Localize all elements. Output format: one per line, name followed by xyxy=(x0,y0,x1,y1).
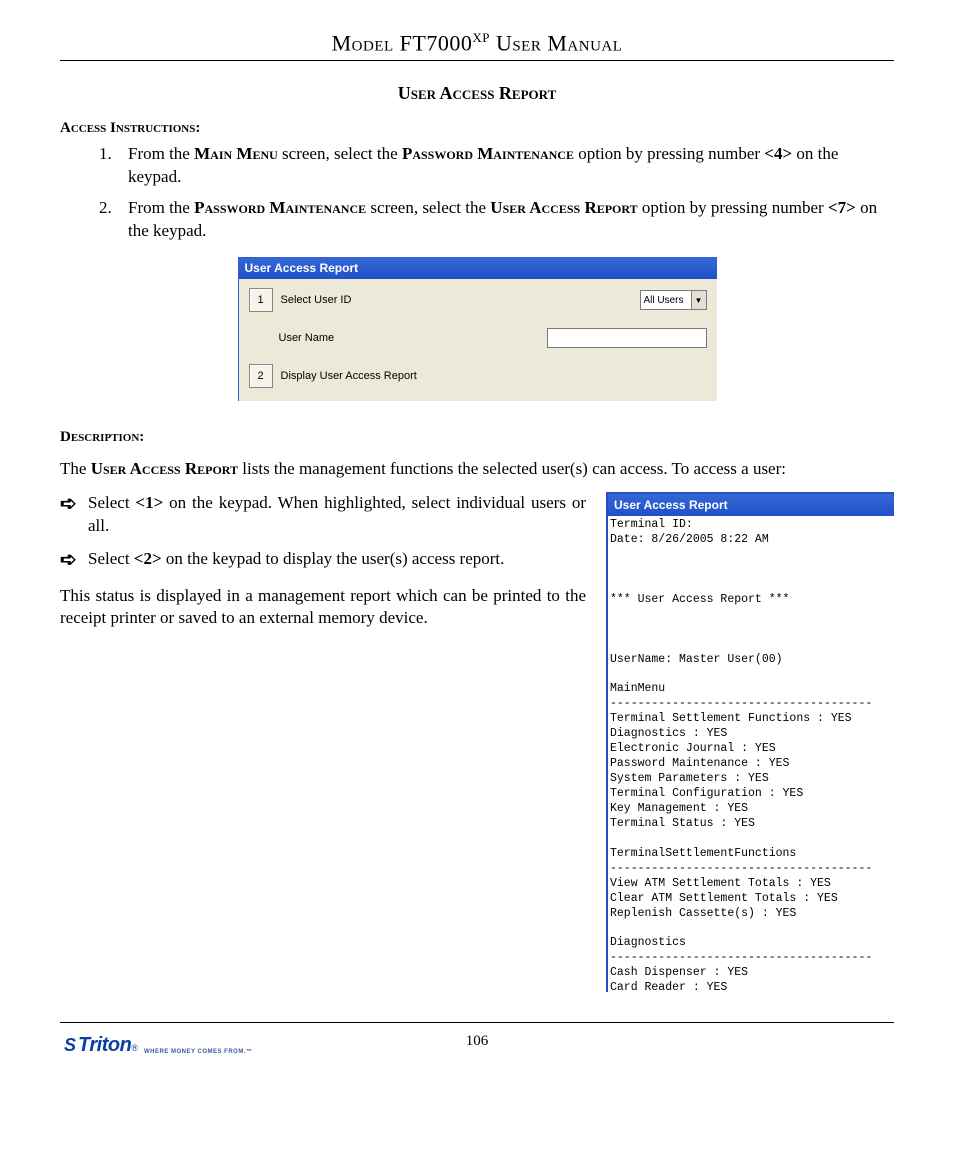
select-user-id-label: Select User ID xyxy=(281,294,640,306)
description-text: The User Access Report lists the managem… xyxy=(60,458,894,480)
doc-title-super: XP xyxy=(472,30,490,45)
bullet-item: ➪ Select <1> on the keypad. When highlig… xyxy=(60,492,586,538)
user-id-dropdown[interactable]: All Users ▼ xyxy=(640,290,707,310)
user-name-label: User Name xyxy=(279,332,413,344)
dialog-title: User Access Report xyxy=(239,258,717,279)
document-title: Model FT7000XP User Manual xyxy=(60,30,894,61)
instruction-item: From the Main Menu screen, select the Pa… xyxy=(116,143,894,189)
bullet-list: ➪ Select <1> on the keypad. When highlig… xyxy=(60,492,586,571)
doc-title-suffix: User Manual xyxy=(490,30,622,55)
access-instructions-heading: Access Instructions: xyxy=(60,120,894,137)
display-report-label: Display User Access Report xyxy=(281,370,707,382)
user-name-input[interactable] xyxy=(547,328,707,348)
instructions-list: From the Main Menu screen, select the Pa… xyxy=(60,143,894,243)
page-number: 106 xyxy=(60,1033,894,1050)
user-id-dropdown-value: All Users xyxy=(644,295,684,306)
body-paragraph: This status is displayed in a management… xyxy=(60,585,586,629)
description-heading: Description: xyxy=(60,429,894,446)
bullet-item: ➪ Select <2> on the keypad to display th… xyxy=(60,548,586,571)
display-report-button[interactable]: 2 xyxy=(249,364,273,388)
report-body-text: Terminal ID: Date: 8/26/2005 8:22 AM ***… xyxy=(608,516,894,992)
user-access-report-window: User Access Report Terminal ID: Date: 8/… xyxy=(606,492,894,992)
page-footer: S Triton ® WHERE MONEY COMES FROM.™ 106 xyxy=(60,1029,894,1061)
dialog-body: 1 Select User ID All Users ▼ User Name 2… xyxy=(239,279,717,401)
footer-rule xyxy=(60,1022,894,1023)
section-title: User Access Report xyxy=(60,83,894,104)
instruction-item: From the Password Maintenance screen, se… xyxy=(116,197,894,243)
arrow-right-icon: ➪ xyxy=(60,548,88,571)
report-window-title: User Access Report xyxy=(608,494,894,516)
doc-title-prefix: Model FT7000 xyxy=(332,30,473,55)
select-user-id-button[interactable]: 1 xyxy=(249,288,273,312)
arrow-right-icon: ➪ xyxy=(60,492,88,538)
user-access-report-dialog: User Access Report 1 Select User ID All … xyxy=(238,257,717,401)
chevron-down-icon: ▼ xyxy=(691,291,706,309)
